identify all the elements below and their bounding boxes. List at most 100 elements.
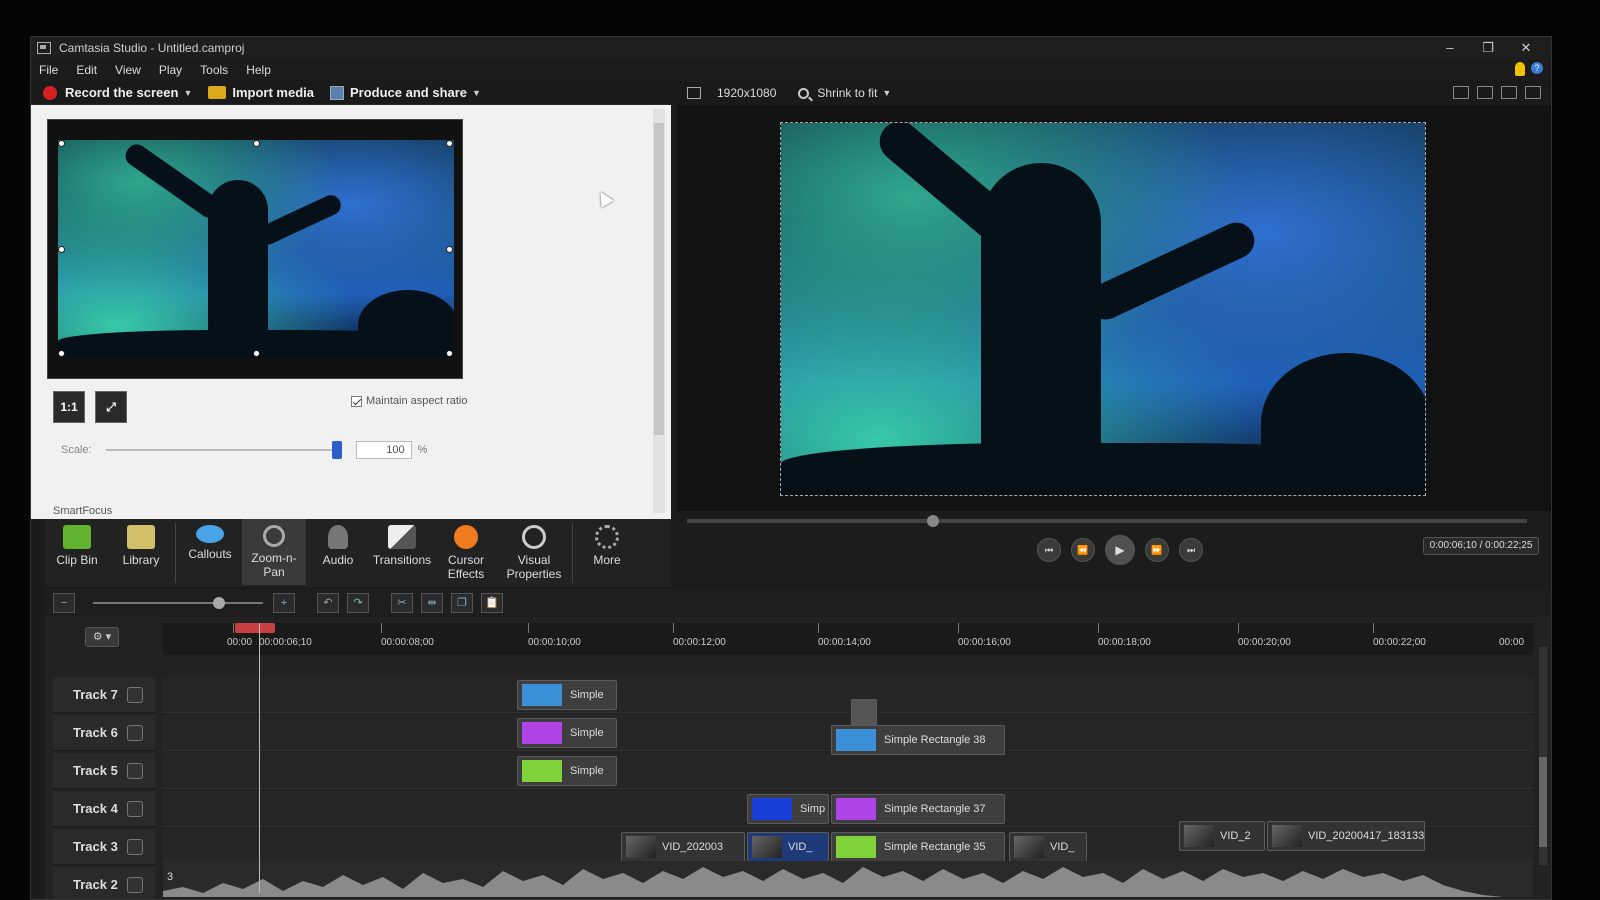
skip-back-icon[interactable]: ⏮ xyxy=(1037,538,1061,562)
maintain-aspect-checkbox[interactable]: Maintain aspect ratio xyxy=(351,395,468,407)
resize-handle[interactable] xyxy=(446,140,453,147)
track-5-row[interactable]: Simple Simple Rectangle 38 xyxy=(163,725,1533,789)
clip-simple-rectangle-38[interactable]: Simple Rectangle 38 xyxy=(831,725,1005,755)
copy-icon[interactable]: ❐ xyxy=(451,593,473,613)
pan-hand-icon[interactable] xyxy=(1477,86,1493,99)
menu-edit[interactable]: Edit xyxy=(76,63,97,77)
clip-simple-blue[interactable]: Simple xyxy=(517,680,617,710)
resize-handle[interactable] xyxy=(446,246,453,253)
resize-handle[interactable] xyxy=(446,350,453,357)
record-screen-button[interactable]: Record the screen ▼ xyxy=(43,85,192,100)
resize-handle[interactable] xyxy=(58,350,65,357)
track-2-audio-waveform[interactable]: 3 xyxy=(163,861,1533,897)
undo-icon[interactable]: ↶ xyxy=(317,593,339,613)
library-button[interactable]: Library xyxy=(109,519,173,585)
menu-help[interactable]: Help xyxy=(246,63,271,77)
fullscreen-preview-icon[interactable] xyxy=(1525,86,1541,99)
lock-icon[interactable] xyxy=(127,687,143,703)
callouts-button[interactable]: Callouts xyxy=(178,519,242,585)
lock-icon[interactable] xyxy=(127,801,143,817)
scale-slider-thumb[interactable] xyxy=(331,441,342,459)
scrub-bar[interactable] xyxy=(687,515,1527,527)
more-button[interactable]: More xyxy=(575,519,639,585)
clip-video-1[interactable]: VID_202003 xyxy=(621,832,745,862)
track-3-header[interactable]: Track 3 xyxy=(53,829,155,865)
scrub-thumb[interactable] xyxy=(927,515,939,527)
menu-tools[interactable]: Tools xyxy=(200,63,228,77)
lock-icon[interactable] xyxy=(127,877,143,893)
checkbox-checked[interactable] xyxy=(351,395,362,407)
cursor-effects-button[interactable]: Cursor Effects xyxy=(434,519,498,585)
track-5-header[interactable]: Track 5 xyxy=(53,753,155,789)
timeline-ruler[interactable]: 00:00 00:00:06;10 00:00:08;00 00:00:10;0… xyxy=(163,623,1533,655)
resize-handle[interactable] xyxy=(253,350,260,357)
scale-slider[interactable] xyxy=(105,441,342,459)
resolution-icon[interactable] xyxy=(687,87,701,99)
preview-canvas[interactable] xyxy=(780,122,1426,496)
fast-forward-icon[interactable]: ⏩ xyxy=(1145,538,1169,562)
ruler-label: 00:00:06;10 xyxy=(259,637,312,648)
play-icon[interactable]: ▶ xyxy=(1105,535,1135,565)
crop-icon[interactable] xyxy=(1453,86,1469,99)
clip-video-4[interactable]: VID_2 xyxy=(1179,821,1265,851)
clip-video-2[interactable]: VID_ xyxy=(747,832,829,862)
timeline-scrollbar[interactable] xyxy=(1539,647,1547,865)
zoom-out-icon[interactable]: − xyxy=(53,593,75,613)
lock-icon[interactable] xyxy=(127,725,143,741)
help-icon[interactable]: ? xyxy=(1531,62,1543,74)
video-thumbnail xyxy=(626,836,656,858)
zoom-selection-frame[interactable] xyxy=(58,140,454,358)
track-3-row[interactable]: VID_202003 VID_ Simple Rectangle 35 VID_… xyxy=(163,821,1533,865)
zoom-n-pan-button[interactable]: Zoom-n-Pan xyxy=(242,519,306,585)
lock-icon[interactable] xyxy=(127,763,143,779)
cut-icon[interactable]: ✂ xyxy=(391,593,413,613)
rewind-icon[interactable]: ⏪ xyxy=(1071,538,1095,562)
resize-handle[interactable] xyxy=(58,246,65,253)
track-2-header[interactable]: Track 2 xyxy=(53,867,155,899)
detach-icon[interactable] xyxy=(1501,86,1517,99)
lock-icon[interactable] xyxy=(127,839,143,855)
gear-icon[interactable]: ⚙ ▾ xyxy=(85,627,119,647)
paste-icon[interactable]: 📋 xyxy=(481,593,503,613)
audio-button[interactable]: Audio xyxy=(306,519,370,585)
menu-play[interactable]: Play xyxy=(159,63,182,77)
visual-properties-button[interactable]: Visual Properties xyxy=(498,519,570,585)
track-6-header[interactable]: Track 6 xyxy=(53,715,155,751)
zoom-in-icon[interactable]: + xyxy=(273,593,295,613)
clip-video-3[interactable]: VID_ xyxy=(1009,832,1087,862)
clip-simp-navy[interactable]: Simp xyxy=(747,794,829,824)
track-7-header[interactable]: Track 7 xyxy=(53,677,155,713)
menu-file[interactable]: File xyxy=(39,63,58,77)
menu-view[interactable]: View xyxy=(115,63,141,77)
clip-simple-purple[interactable]: Simple xyxy=(517,718,617,748)
playhead-handle[interactable] xyxy=(235,623,275,633)
clip-simple-green[interactable]: Simple xyxy=(517,756,617,786)
timeline-zoom-thumb[interactable] xyxy=(213,597,225,609)
actual-size-button[interactable]: 1:1 xyxy=(53,391,85,423)
clip-simple-rectangle-37[interactable]: Simple Rectangle 37 xyxy=(831,794,1005,824)
track-4-header[interactable]: Track 4 xyxy=(53,791,155,827)
tip-bulb-icon[interactable] xyxy=(1515,62,1525,76)
fullscreen-icon[interactable]: ⤢ xyxy=(95,391,127,423)
skip-forward-icon[interactable]: ⏭ xyxy=(1179,538,1203,562)
produce-share-button[interactable]: Produce and share ▼ xyxy=(329,85,481,100)
import-media-button[interactable]: Import media xyxy=(208,85,314,100)
resize-handle[interactable] xyxy=(58,140,65,147)
resolution-label[interactable]: 1920x1080 xyxy=(717,86,776,100)
clip-video-5[interactable]: VID_20200417_183133 xyxy=(1267,821,1425,851)
zoom-dropdown[interactable]: Shrink to fit ▼ xyxy=(798,86,891,100)
minimize-button[interactable]: – xyxy=(1431,37,1469,59)
close-button[interactable]: ✕ xyxy=(1507,37,1545,59)
panel-scrollbar[interactable] xyxy=(653,109,665,513)
redo-icon[interactable]: ↷ xyxy=(347,593,369,613)
clip-bin-button[interactable]: Clip Bin xyxy=(45,519,109,585)
restore-button[interactable]: ❐ xyxy=(1469,37,1507,59)
transitions-button[interactable]: Transitions xyxy=(370,519,434,585)
resize-handle[interactable] xyxy=(253,140,260,147)
split-icon[interactable]: ⇹ xyxy=(421,593,443,613)
track-7-row[interactable]: Simple xyxy=(163,677,1533,713)
playhead[interactable] xyxy=(259,623,260,893)
scale-input[interactable]: 100 xyxy=(355,441,412,459)
clip-simple-rectangle-35[interactable]: Simple Rectangle 35 xyxy=(831,832,1005,862)
timeline-zoom-slider[interactable] xyxy=(93,597,263,609)
